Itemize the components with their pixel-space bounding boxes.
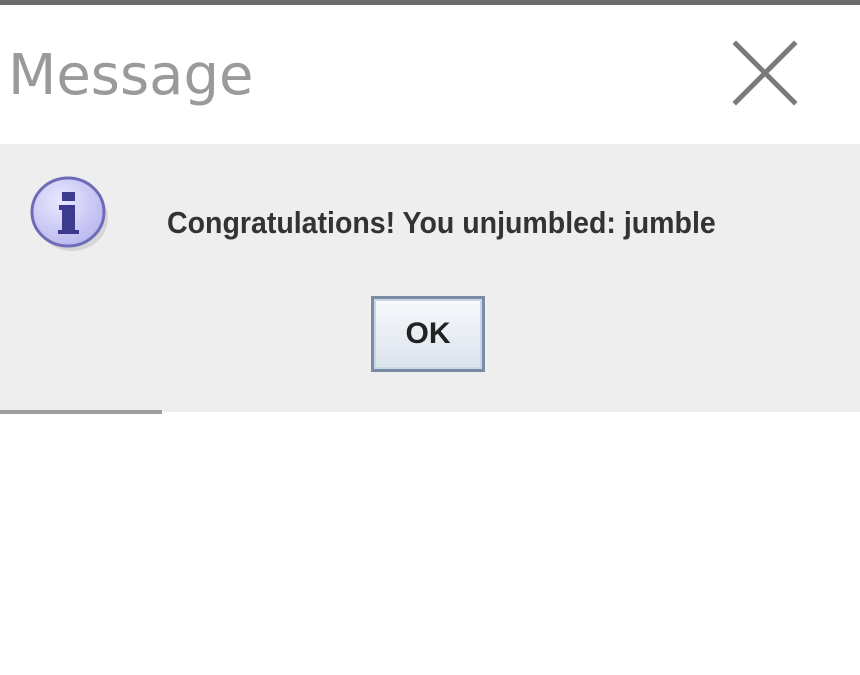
close-icon	[732, 40, 798, 106]
ok-button[interactable]: OK	[371, 296, 485, 372]
info-icon	[28, 172, 112, 256]
dialog-shadow-edge	[0, 410, 162, 414]
ok-button-label: OK	[405, 317, 451, 350]
dialog-title: Message	[8, 43, 254, 108]
close-button[interactable]	[728, 38, 800, 110]
message-text: Congratulations! You unjumbled: jumble	[167, 205, 716, 240]
message-dialog: Message Congratulations! You unjumbled: …	[0, 0, 860, 675]
window-top-border	[0, 0, 860, 5]
